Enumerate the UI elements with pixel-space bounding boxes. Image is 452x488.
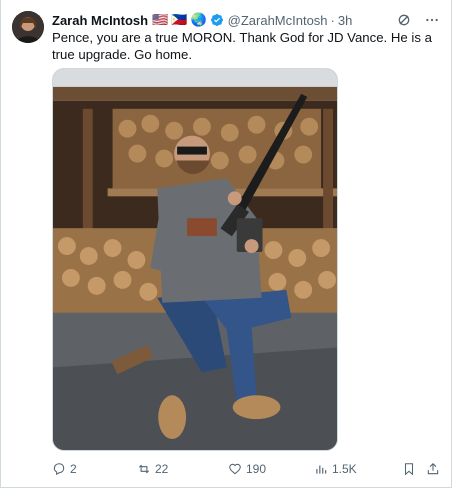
separator-dot: · (330, 12, 335, 28)
author-avatar[interactable] (12, 11, 44, 43)
reply-count: 2 (70, 462, 77, 476)
grok-icon[interactable] (396, 12, 412, 28)
repost-count: 22 (155, 462, 169, 476)
photo-image (53, 69, 337, 450)
views-button[interactable]: 1.5K (314, 462, 357, 476)
author-handle[interactable]: @ZarahMcIntosh (228, 13, 328, 28)
bookmark-icon (404, 463, 414, 476)
heart-icon (229, 463, 241, 475)
tweet-header: Zarah McIntosh 🇺🇸 🇵🇭 🌏 @ZarahMcIntosh · … (52, 11, 440, 29)
repost-button[interactable]: 22 (137, 462, 168, 476)
more-icon[interactable] (424, 12, 440, 28)
reply-icon (53, 463, 65, 476)
bookmark-button[interactable] (402, 462, 416, 476)
reply-button[interactable]: 2 (52, 462, 77, 476)
timestamp[interactable]: 3h (338, 13, 352, 28)
ph-flag-icon: 🇵🇭 (171, 12, 188, 27)
tweet-actions: 2 22 190 1.5K (52, 460, 440, 478)
tweet-text: Pence, you are a true MORON. Thank God f… (52, 30, 432, 62)
verified-badge-icon[interactable] (210, 13, 224, 27)
author-name[interactable]: Zarah McIntosh (52, 13, 148, 28)
tweet-photo[interactable] (52, 68, 338, 451)
us-flag-icon: 🇺🇸 (152, 12, 169, 27)
views-chart-icon (316, 465, 327, 474)
globe-icon: 🌏 (190, 12, 207, 27)
views-count: 1.5K (332, 462, 357, 476)
share-icon (427, 463, 439, 475)
repost-icon (138, 464, 150, 474)
share-button[interactable] (426, 462, 440, 476)
like-button[interactable]: 190 (228, 462, 266, 476)
like-count: 190 (246, 462, 267, 476)
